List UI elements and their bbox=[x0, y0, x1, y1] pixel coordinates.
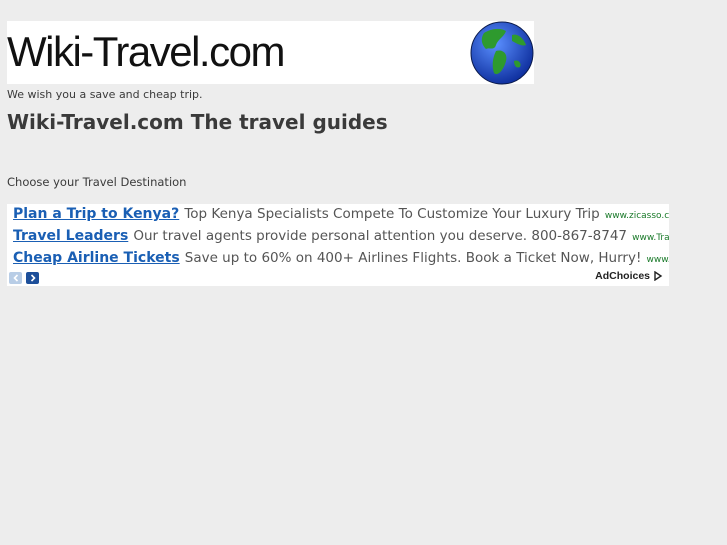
ad-next-button[interactable] bbox=[26, 272, 39, 284]
chevron-right-icon bbox=[30, 274, 36, 282]
adchoices-link[interactable]: AdChoices bbox=[595, 270, 663, 282]
ad-title-link[interactable]: Travel Leaders bbox=[13, 228, 128, 244]
ad-prev-button[interactable] bbox=[9, 272, 22, 284]
adchoices-icon bbox=[654, 271, 663, 281]
site-banner[interactable]: Wiki-Travel.com bbox=[7, 21, 534, 85]
ad-url-link[interactable]: www.zicasso.com bbox=[605, 211, 669, 221]
page-title: Wiki-Travel.com The travel guides bbox=[7, 110, 388, 134]
ad-item[interactable]: Travel Leaders Our travel agents provide… bbox=[13, 224, 669, 246]
ad-url-link[interactable]: www.TravelLeade... bbox=[632, 233, 669, 243]
chevron-left-icon bbox=[12, 274, 18, 282]
ad-unit: Plan a Trip to Kenya? Top Kenya Speciali… bbox=[7, 204, 669, 286]
site-logo-text: Wiki-Travel.com bbox=[7, 28, 285, 75]
ad-url-link[interactable]: www.OneTrave... bbox=[646, 255, 669, 265]
adchoices-label: AdChoices bbox=[595, 270, 650, 282]
ad-title-link[interactable]: Cheap Airline Tickets bbox=[13, 250, 180, 266]
tagline: We wish you a save and cheap trip. bbox=[7, 88, 203, 101]
ad-item[interactable]: Cheap Airline Tickets Save up to 60% on … bbox=[13, 246, 669, 268]
ad-description: Our travel agents provide personal atten… bbox=[133, 228, 627, 244]
ad-title-link[interactable]: Plan a Trip to Kenya? bbox=[13, 206, 179, 222]
ad-item[interactable]: Plan a Trip to Kenya? Top Kenya Speciali… bbox=[13, 204, 669, 224]
choose-destination-text: Choose your Travel Destination bbox=[7, 175, 187, 189]
ad-description: Save up to 60% on 400+ Airlines Flights.… bbox=[184, 250, 642, 266]
ad-description: Top Kenya Specialists Compete To Customi… bbox=[184, 206, 600, 222]
globe-icon bbox=[470, 21, 534, 85]
